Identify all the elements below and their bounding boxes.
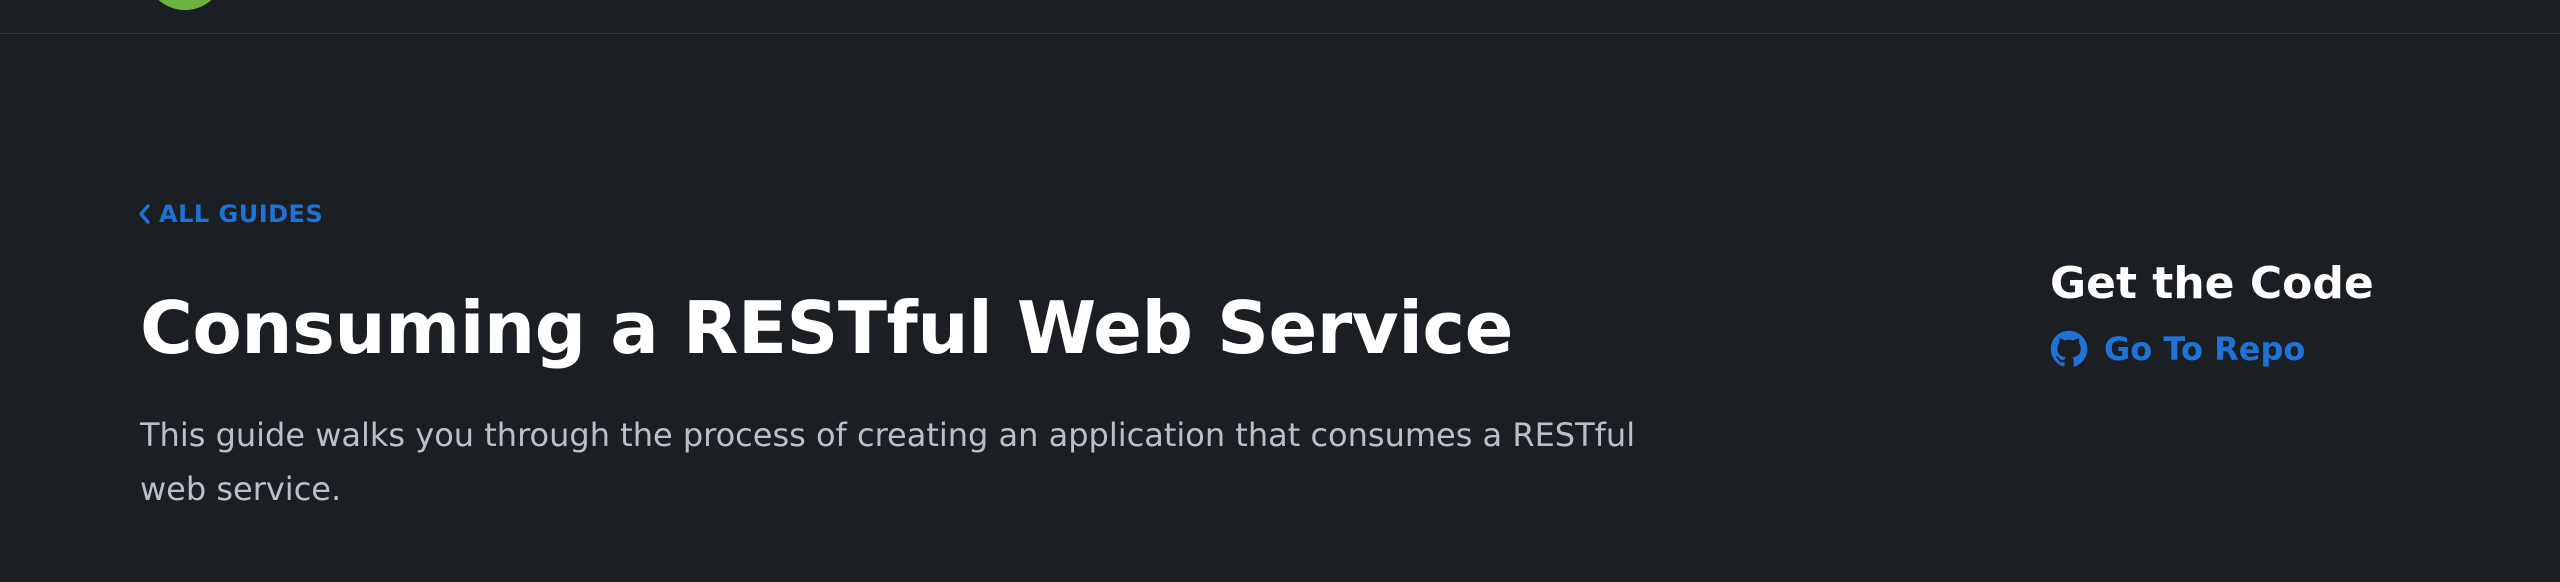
- github-icon: [2050, 330, 2088, 368]
- guide-description: This guide walks you through the process…: [140, 416, 1636, 508]
- guide-page: ALL GUIDES Consuming a RESTful Web Servi…: [0, 0, 2560, 582]
- top-navigation-bar: [0, 0, 2560, 34]
- get-code-panel: Get the Code Go To Repo: [2050, 252, 2470, 376]
- go-to-repo-label: Go To Repo: [2104, 330, 2306, 368]
- go-to-repo-link[interactable]: Go To Repo: [2050, 322, 2470, 376]
- all-guides-link[interactable]: ALL GUIDES: [137, 198, 323, 230]
- all-guides-label: ALL GUIDES: [159, 200, 324, 228]
- get-code-heading: Get the Code: [2050, 258, 2374, 309]
- chevron-left-icon: [137, 203, 151, 225]
- page-title: Consuming a RESTful Web Service: [140, 286, 1513, 370]
- spring-logo-icon[interactable]: [145, 0, 225, 10]
